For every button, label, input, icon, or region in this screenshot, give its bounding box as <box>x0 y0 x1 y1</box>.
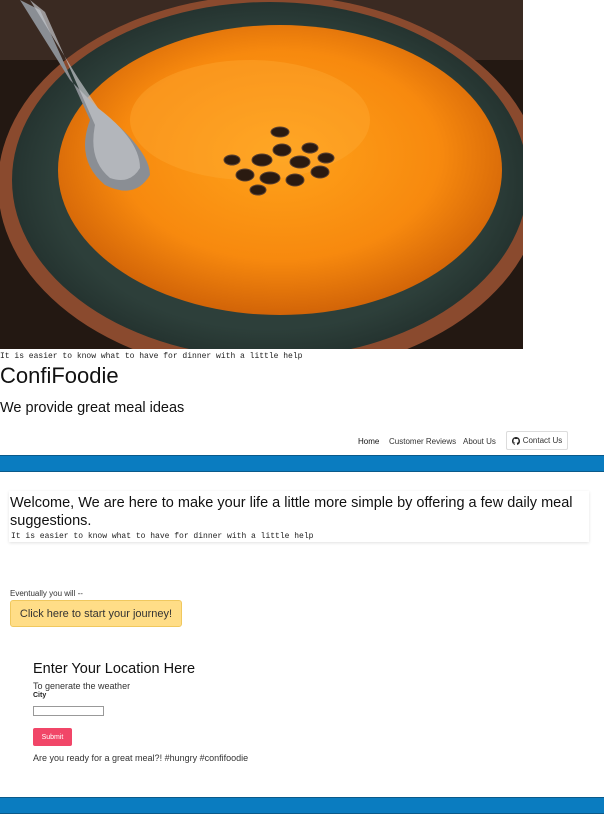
submit-button[interactable]: Submit <box>33 728 72 746</box>
location-subtitle: To generate the weather <box>33 681 131 691</box>
nav-label: About Us <box>463 436 496 446</box>
divider-band-bottom <box>0 797 604 814</box>
city-label: City <box>33 692 47 699</box>
soup-bowl-illustration <box>0 0 523 349</box>
nav-item-customer-reviews[interactable]: Customer Reviews <box>389 432 456 450</box>
hero-caption: It is easier to know what to have for di… <box>0 352 303 361</box>
contact-us-button[interactable]: Contact Us <box>506 431 568 450</box>
hero-soup-image <box>0 0 523 349</box>
contact-us-label: Contact Us <box>522 436 563 445</box>
divider-band-top <box>0 455 604 472</box>
nav-label: Customer Reviews <box>389 436 457 446</box>
brand-title: ConfiFoodie <box>0 363 119 388</box>
nav-item-home[interactable]: Home <box>358 432 379 450</box>
hero-side-blank <box>523 0 604 362</box>
nav-label: Home <box>358 436 380 446</box>
github-icon <box>511 436 520 445</box>
journey-lead-text: Eventually you will -- <box>10 589 83 598</box>
welcome-subtitle: It is easier to know what to have for di… <box>11 532 314 541</box>
location-title: Enter Your Location Here <box>33 661 196 677</box>
brand-tagline: We provide great meal ideas <box>0 400 185 416</box>
welcome-title: Welcome, We are here to make your life a… <box>10 495 573 529</box>
nav-item-about-us[interactable]: About Us <box>463 432 496 450</box>
ready-for-meal-text: Are you ready for a great meal?! #hungry… <box>33 753 249 763</box>
city-input[interactable] <box>33 706 104 716</box>
start-journey-button[interactable]: Click here to start your journey! <box>10 600 182 627</box>
